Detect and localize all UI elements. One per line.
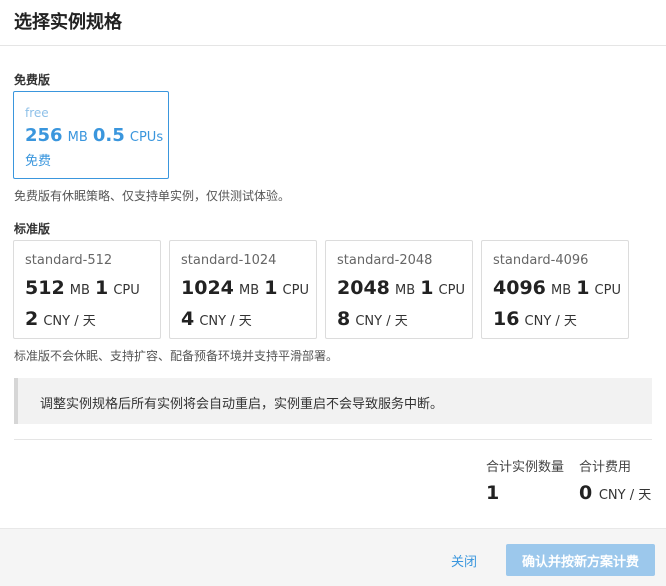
plan-price: 2 CNY / 天 bbox=[25, 308, 160, 333]
price-unit: CNY / 天 bbox=[524, 314, 577, 329]
dialog-footer: 关闭 确认并按新方案计费 bbox=[0, 528, 666, 586]
price-unit: CNY / 天 bbox=[199, 314, 252, 329]
instance-count-label: 合计实例数量 bbox=[486, 460, 565, 475]
memory-value: 2048 bbox=[337, 277, 390, 299]
memory-value: 1024 bbox=[181, 277, 234, 299]
total-cost: 0 CNY / 天 bbox=[579, 482, 651, 504]
price-value: 4 bbox=[181, 308, 195, 330]
memory-unit: MB bbox=[238, 283, 260, 298]
cpu-unit: CPUs bbox=[129, 130, 164, 145]
memory-value: 4096 bbox=[493, 277, 546, 299]
cpu-value: 1 bbox=[95, 277, 109, 299]
instance-spec-dialog: 选择实例规格 免费版 free 256 MB 0.5 CPUs 免费 免费版有休… bbox=[0, 0, 666, 586]
cpu-unit: CPU bbox=[113, 283, 140, 298]
plan-name: standard-4096 bbox=[493, 253, 589, 268]
cpu-value: 0.5 bbox=[92, 125, 125, 146]
plan-name: standard-512 bbox=[25, 253, 113, 268]
price-value: 16 bbox=[493, 308, 520, 330]
price-unit: CNY / 天 bbox=[355, 314, 408, 329]
plan-spec: 4096 MB 1 CPU bbox=[493, 277, 628, 302]
total-cost-value: 0 bbox=[579, 482, 593, 504]
standard-note: 标准版不会休眠、支持扩容、配备预备环境并支持平滑部署。 bbox=[14, 349, 339, 363]
price-text: 免费 bbox=[25, 154, 52, 169]
divider bbox=[14, 439, 652, 440]
memory-unit: MB bbox=[67, 130, 88, 145]
cpu-value: 1 bbox=[264, 277, 278, 299]
plan-price: 16 CNY / 天 bbox=[493, 308, 628, 333]
plan-spec: 256 MB 0.5 CPUs bbox=[25, 125, 168, 149]
dialog-header: 选择实例规格 bbox=[0, 0, 666, 46]
plan-card-standard-1024[interactable]: standard-1024 1024 MB 1 CPU 4 CNY / 天 bbox=[169, 240, 317, 339]
close-button[interactable]: 关闭 bbox=[451, 551, 477, 570]
plan-card-standard-2048[interactable]: standard-2048 2048 MB 1 CPU 8 CNY / 天 bbox=[325, 240, 473, 339]
free-section-label: 免费版 bbox=[14, 73, 51, 87]
plan-price: 4 CNY / 天 bbox=[181, 308, 316, 333]
price-unit: CNY / 天 bbox=[43, 314, 96, 329]
cpu-unit: CPU bbox=[438, 283, 465, 298]
cpu-value: 1 bbox=[420, 277, 434, 299]
price-value: 8 bbox=[337, 308, 351, 330]
plan-price: 8 CNY / 天 bbox=[337, 308, 472, 333]
plan-card-standard-4096[interactable]: standard-4096 4096 MB 1 CPU 16 CNY / 天 bbox=[481, 240, 629, 339]
free-note: 免费版有休眠策略、仅支持单实例，仅供测试体验。 bbox=[14, 189, 291, 203]
instance-count-value: 1 bbox=[486, 482, 500, 504]
price-value: 2 bbox=[25, 308, 39, 330]
plan-spec: 512 MB 1 CPU bbox=[25, 277, 160, 302]
memory-value: 256 bbox=[25, 125, 63, 146]
restart-notice: 调整实例规格后所有实例将会自动重启，实例重启不会导致服务中断。 bbox=[14, 378, 652, 424]
plan-name: free bbox=[25, 106, 49, 120]
cpu-unit: CPU bbox=[594, 283, 621, 298]
total-cost-unit: CNY / 天 bbox=[598, 488, 652, 503]
plan-name: standard-2048 bbox=[337, 253, 433, 268]
cpu-value: 1 bbox=[576, 277, 590, 299]
standard-section-label: 标准版 bbox=[14, 222, 51, 236]
memory-value: 512 bbox=[25, 277, 65, 299]
total-cost-label: 合计费用 bbox=[579, 460, 632, 475]
memory-unit: MB bbox=[550, 283, 572, 298]
plan-card-free[interactable]: free 256 MB 0.5 CPUs 免费 bbox=[13, 91, 169, 179]
confirm-button[interactable]: 确认并按新方案计费 bbox=[506, 544, 655, 576]
plan-spec: 2048 MB 1 CPU bbox=[337, 277, 472, 302]
cpu-unit: CPU bbox=[282, 283, 309, 298]
memory-unit: MB bbox=[69, 283, 90, 298]
plan-card-standard-512[interactable]: standard-512 512 MB 1 CPU 2 CNY / 天 bbox=[13, 240, 161, 339]
dialog-title: 选择实例规格 bbox=[14, 12, 122, 33]
plan-name: standard-1024 bbox=[181, 253, 277, 268]
plan-spec: 1024 MB 1 CPU bbox=[181, 277, 316, 302]
memory-unit: MB bbox=[394, 283, 416, 298]
